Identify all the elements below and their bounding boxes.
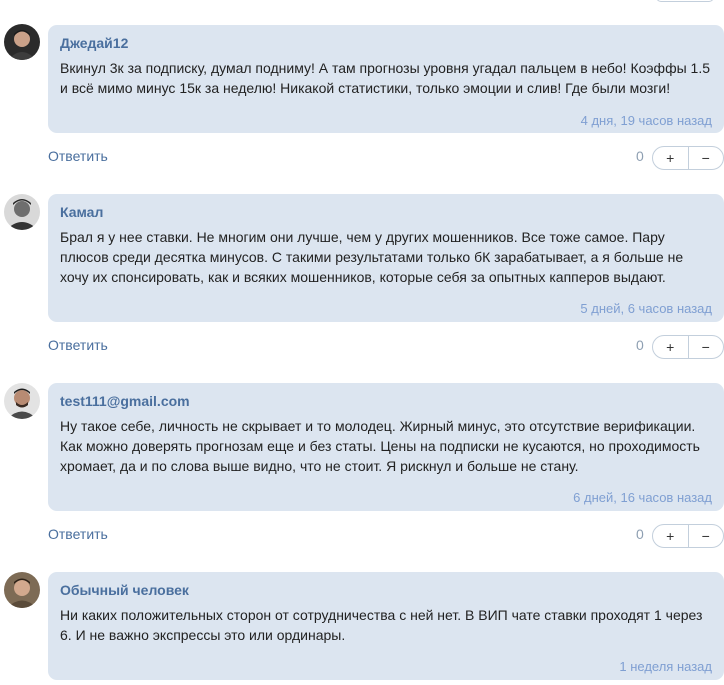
reply-link[interactable]: Ответить <box>48 148 108 164</box>
avatar[interactable] <box>4 194 40 230</box>
user-avatar-photo-icon <box>4 572 40 608</box>
vote-buttons: + − <box>652 146 724 170</box>
comment-author[interactable]: Джедай12 <box>60 33 712 53</box>
vote-buttons: + − <box>652 335 724 359</box>
vote-buttons: + − <box>652 524 724 548</box>
comment-bubble: Обычный человек Ни каких положительных с… <box>48 572 724 680</box>
avatar[interactable] <box>4 24 40 60</box>
comment-text: Ни каких положительных сторон от сотрудн… <box>60 607 703 643</box>
comment-text: Ну такое себе, личность не скрывает и то… <box>60 418 700 474</box>
vote-count: 0 <box>636 337 644 353</box>
comment-timestamp[interactable]: 6 дней, 16 часов назад <box>573 490 712 505</box>
comment-author[interactable]: Обычный человек <box>60 580 712 600</box>
user-avatar-photo-icon <box>4 24 40 60</box>
reply-link[interactable]: Ответить <box>48 337 108 353</box>
downvote-button[interactable]: − <box>687 336 724 358</box>
comment-bubble: test111@gmail.com Ну такое себе, личност… <box>48 383 724 511</box>
downvote-button[interactable]: − <box>687 147 724 169</box>
vote-count: 0 <box>636 148 644 164</box>
avatar[interactable] <box>4 383 40 419</box>
upvote-button[interactable]: + <box>653 147 688 169</box>
reply-link[interactable]: Ответить <box>48 526 108 542</box>
comment-text: Вкинул 3к за подписку, думал подниму! А … <box>60 60 711 96</box>
comment-author[interactable]: Камал <box>60 202 712 222</box>
comment-timestamp[interactable]: 1 неделя назад <box>619 659 712 674</box>
downvote-button[interactable]: − <box>687 525 724 547</box>
comment-text: Брал я у нее ставки. Не многим они лучше… <box>60 229 684 285</box>
comment-author[interactable]: test111@gmail.com <box>60 391 712 411</box>
comment-timestamp[interactable]: 4 дня, 19 часов назад <box>581 113 712 128</box>
user-avatar-photo-icon <box>4 383 40 419</box>
upvote-button[interactable]: + <box>653 336 688 358</box>
comment-bubble: Камал Брал я у нее ставки. Не многим они… <box>48 194 724 322</box>
user-avatar-photo-icon <box>4 194 40 230</box>
vote-count: 0 <box>636 526 644 542</box>
comments-page: Джедай12 Вкинул 3к за подписку, думал по… <box>0 0 724 685</box>
comment-timestamp[interactable]: 5 дней, 6 часов назад <box>580 301 712 316</box>
avatar[interactable] <box>4 572 40 608</box>
upvote-button[interactable]: + <box>653 525 688 547</box>
comment-bubble: Джедай12 Вкинул 3к за подписку, думал по… <box>48 25 724 133</box>
previous-vote-group-edge <box>656 0 714 2</box>
